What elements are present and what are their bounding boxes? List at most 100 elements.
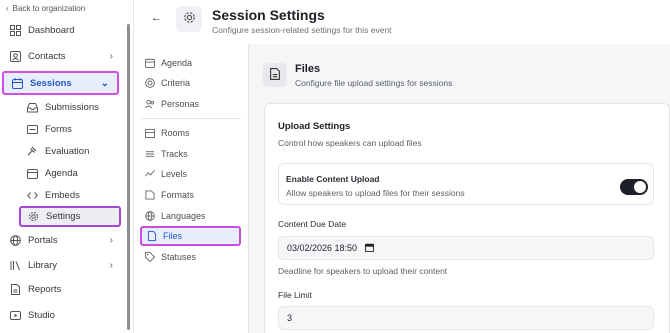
arrow-left-icon: ← <box>151 12 162 24</box>
form-icon <box>26 123 38 135</box>
sidebar-subitem-settings[interactable]: Settings <box>19 206 121 227</box>
file-icon <box>269 67 281 83</box>
chevron-left-icon: ‹ <box>6 4 9 13</box>
sidebar-item-label: Library <box>28 259 58 271</box>
sidebar-item-dashboard[interactable]: Dashboard <box>9 20 123 40</box>
file-limit-label: File Limit <box>278 290 313 300</box>
menu-item-label: Personas <box>161 98 200 109</box>
menu-item-label: Files <box>163 231 183 241</box>
sidebar-subitem-forms[interactable]: Forms <box>26 119 121 139</box>
sidebar-item-portals[interactable]: Portals › <box>9 230 123 250</box>
formats-icon <box>144 189 155 200</box>
sidebar-item-label: Contacts <box>28 50 66 62</box>
sidebar-subitem-label: Settings <box>46 211 81 222</box>
due-date-hint: Deadline for speakers to upload their co… <box>278 266 448 276</box>
people-icon <box>144 98 155 109</box>
library-icon <box>9 259 21 271</box>
sidebar-subitem-submissions[interactable]: Submissions <box>26 97 121 117</box>
menu-item-levels[interactable]: Levels <box>144 164 240 183</box>
enable-upload-label: Enable Content Upload <box>286 174 380 184</box>
tag-icon <box>144 251 155 262</box>
due-date-value: 03/02/2026 18:50 <box>287 243 358 253</box>
file-limit-value: 3 <box>287 313 293 323</box>
levels-icon <box>144 168 155 179</box>
due-date-input[interactable]: 03/02/2026 18:50 <box>278 236 654 260</box>
sidebar-subitem-agenda[interactable]: Agenda <box>26 163 121 183</box>
sidebar-subitem-label: Agenda <box>45 167 78 179</box>
gear-icon <box>27 211 39 223</box>
file-limit-input[interactable]: 3 <box>278 306 654 330</box>
menu-item-languages[interactable]: Languages <box>144 206 240 225</box>
sidebar-item-label: Sessions <box>30 77 72 89</box>
calendar-icon <box>11 77 23 89</box>
gavel-icon <box>26 145 38 157</box>
sidebar-item-label: Reports <box>28 283 62 295</box>
inbox-icon <box>26 101 38 113</box>
target-icon <box>144 77 155 88</box>
menu-item-label: Statuses <box>161 251 197 262</box>
studio-icon <box>9 309 21 321</box>
sidebar-subitem-label: Forms <box>45 123 72 135</box>
sidebar-scrollbar[interactable] <box>127 24 130 330</box>
page-title: Session Settings <box>212 7 325 23</box>
menu-item-label: Rooms <box>161 127 190 138</box>
menu-item-label: Agenda <box>161 57 193 68</box>
gear-icon <box>183 11 196 27</box>
chevron-down-icon: ⌄ <box>100 77 109 89</box>
sidebar-item-sessions[interactable]: Sessions ⌄ <box>2 71 119 95</box>
chevron-right-icon: › <box>109 50 113 62</box>
grid-icon <box>9 24 21 36</box>
menu-item-criteria[interactable]: Criteria <box>144 73 240 92</box>
menu-item-label: Formats <box>161 189 195 200</box>
menu-item-label: Languages <box>161 210 206 221</box>
menu-item-statuses[interactable]: Statuses <box>144 247 240 266</box>
sidebar-subitem-embeds[interactable]: Embeds <box>26 185 121 205</box>
sidebar-item-label: Studio <box>28 309 55 321</box>
upload-settings-desc: Control how speakers can upload files <box>278 138 422 148</box>
page-subtitle: Configure session-related settings for t… <box>212 25 392 35</box>
section-subtitle: Configure file upload settings for sessi… <box>295 78 453 88</box>
file-icon <box>146 231 157 242</box>
menu-item-formats[interactable]: Formats <box>144 185 240 204</box>
back-label: Back to organization <box>12 4 86 13</box>
enable-upload-toggle[interactable] <box>620 179 648 195</box>
sidebar-item-label: Dashboard <box>28 24 75 36</box>
menu-item-tracks[interactable]: Tracks <box>144 144 240 163</box>
report-icon <box>9 283 21 295</box>
upload-settings-title: Upload Settings <box>278 121 351 132</box>
chevron-right-icon: › <box>109 234 113 246</box>
agenda-icon <box>144 57 155 68</box>
back-to-organization-link[interactable]: ‹ Back to organization <box>6 4 85 13</box>
code-icon <box>26 189 38 201</box>
sidebar-item-studio[interactable]: Studio <box>9 305 123 325</box>
enable-upload-desc: Allow speakers to upload files for their… <box>286 188 465 198</box>
menu-item-label: Tracks <box>161 148 188 159</box>
tracks-icon <box>144 148 155 159</box>
main-sidebar: ‹ Back to organization Dashboard Contact… <box>0 0 134 333</box>
sidebar-item-reports[interactable]: Reports <box>9 279 123 299</box>
menu-item-files[interactable]: Files <box>140 226 241 246</box>
sidebar-item-library[interactable]: Library › <box>9 255 123 275</box>
menu-item-rooms[interactable]: Rooms <box>144 123 240 142</box>
contacts-icon <box>9 50 21 62</box>
menu-item-label: Criteria <box>161 77 191 88</box>
sidebar-item-label: Portals <box>28 234 58 246</box>
globe-icon <box>144 210 155 221</box>
sidebar-subitem-label: Evaluation <box>45 145 90 157</box>
globe-icon <box>9 234 21 246</box>
menu-item-personas[interactable]: Personas <box>144 94 240 113</box>
menu-item-agenda[interactable]: Agenda <box>144 53 240 72</box>
sidebar-subitem-label: Embeds <box>45 189 80 201</box>
menu-item-label: Levels <box>161 168 188 179</box>
section-title: Files <box>295 63 321 75</box>
enable-upload-row <box>278 163 654 205</box>
sidebar-item-contacts[interactable]: Contacts › <box>9 46 123 66</box>
sidebar-subitem-evaluation[interactable]: Evaluation <box>26 141 121 161</box>
back-arrow-button[interactable]: ← <box>151 12 162 24</box>
menu-divider <box>141 118 241 119</box>
files-section-icon <box>263 63 287 87</box>
chevron-right-icon: › <box>109 259 113 271</box>
sidebar-subitem-label: Submissions <box>45 101 99 113</box>
calendar-picker-icon[interactable] <box>364 243 375 254</box>
room-icon <box>144 127 155 138</box>
